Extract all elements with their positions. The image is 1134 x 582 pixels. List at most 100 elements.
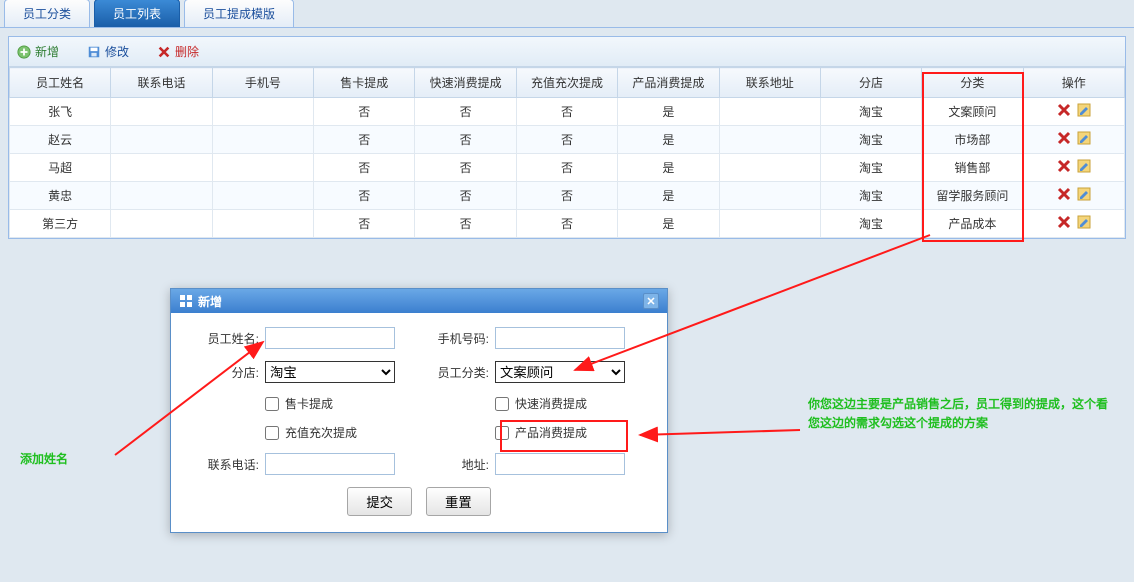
table-cell: [111, 210, 212, 238]
row-edit-icon[interactable]: [1077, 103, 1091, 120]
employee-table: 员工姓名联系电话手机号售卡提成快速消费提成充值充次提成产品消费提成联系地址分店分…: [9, 67, 1125, 238]
table-cell: 否: [314, 154, 415, 182]
column-header: 手机号: [212, 68, 313, 98]
table-cell: 淘宝: [820, 126, 921, 154]
charge-commission-checkbox[interactable]: [265, 426, 279, 440]
category-select[interactable]: 文案顾问: [495, 361, 625, 383]
dialog-title: 新增: [198, 293, 222, 310]
table-cell: 产品成本: [922, 210, 1023, 238]
column-header: 快速消费提成: [415, 68, 516, 98]
edit-button[interactable]: 修改: [87, 43, 129, 60]
row-delete-icon[interactable]: [1057, 187, 1071, 204]
table-cell: 否: [415, 154, 516, 182]
table-cell: 否: [314, 182, 415, 210]
row-edit-icon[interactable]: [1077, 187, 1091, 204]
annotation-right: 你您这边主要是产品销售之后，员工得到的提成，这个看您这边的需求勾选这个提成的方案: [808, 395, 1118, 433]
toolbar: 新增 修改 删除: [9, 37, 1125, 67]
product-commission-label: 产品消费提成: [515, 424, 587, 441]
row-edit-icon[interactable]: [1077, 131, 1091, 148]
table-cell: 销售部: [922, 154, 1023, 182]
shop-select[interactable]: 淘宝: [265, 361, 395, 383]
table-cell: [719, 182, 820, 210]
table-cell: 否: [415, 98, 516, 126]
name-label: 员工姓名:: [189, 330, 259, 347]
product-commission-checkbox[interactable]: [495, 426, 509, 440]
category-label: 员工分类:: [419, 364, 489, 381]
column-header: 分店: [820, 68, 921, 98]
table-cell: 否: [516, 210, 617, 238]
shop-label: 分店:: [189, 364, 259, 381]
fast-commission-checkbox[interactable]: [495, 397, 509, 411]
tab-category[interactable]: 员工分类: [4, 0, 90, 27]
table-cell: 否: [415, 126, 516, 154]
row-edit-icon[interactable]: [1077, 215, 1091, 232]
table-cell: 是: [618, 182, 719, 210]
mobile-label: 手机号码:: [419, 330, 489, 347]
operation-cell: [1023, 98, 1124, 126]
delete-button[interactable]: 删除: [157, 43, 199, 60]
table-row[interactable]: 张飞否否否是淘宝文案顾问: [10, 98, 1125, 126]
dialog-close-button[interactable]: ✕: [643, 293, 659, 309]
reset-button[interactable]: 重置: [426, 487, 491, 516]
table-cell: [719, 126, 820, 154]
row-delete-icon[interactable]: [1057, 103, 1071, 120]
column-header: 充值充次提成: [516, 68, 617, 98]
table-cell: 是: [618, 126, 719, 154]
row-delete-icon[interactable]: [1057, 131, 1071, 148]
table-row[interactable]: 黄忠否否否是淘宝留学服务顾问: [10, 182, 1125, 210]
table-cell: [111, 182, 212, 210]
card-commission-checkbox[interactable]: [265, 397, 279, 411]
table-cell: [719, 210, 820, 238]
add-label: 新增: [35, 43, 59, 60]
column-header: 售卡提成: [314, 68, 415, 98]
name-input[interactable]: [265, 327, 395, 349]
table-cell: [212, 98, 313, 126]
table-cell: [719, 154, 820, 182]
column-header: 联系电话: [111, 68, 212, 98]
table-cell: 淘宝: [820, 98, 921, 126]
operation-cell: [1023, 210, 1124, 238]
table-cell: 淘宝: [820, 154, 921, 182]
column-header: 员工姓名: [10, 68, 111, 98]
tab-bar: 员工分类 员工列表 员工提成模版: [0, 0, 1134, 28]
annotation-left: 添加姓名: [20, 450, 68, 469]
table-cell: 否: [415, 210, 516, 238]
table-row[interactable]: 第三方否否否是淘宝产品成本: [10, 210, 1125, 238]
table-row[interactable]: 赵云否否否是淘宝市场部: [10, 126, 1125, 154]
operation-cell: [1023, 126, 1124, 154]
table-cell: [212, 210, 313, 238]
table-cell: 淘宝: [820, 210, 921, 238]
table-cell: 留学服务顾问: [922, 182, 1023, 210]
row-edit-icon[interactable]: [1077, 159, 1091, 176]
table-cell: 文案顾问: [922, 98, 1023, 126]
table-cell: 是: [618, 154, 719, 182]
table-cell: 否: [314, 210, 415, 238]
row-delete-icon[interactable]: [1057, 159, 1071, 176]
row-delete-icon[interactable]: [1057, 215, 1071, 232]
mobile-input[interactable]: [495, 327, 625, 349]
add-button[interactable]: 新增: [17, 43, 59, 60]
card-commission-label: 售卡提成: [285, 395, 333, 412]
table-cell: 否: [415, 182, 516, 210]
grid-icon: [179, 294, 193, 308]
table-cell: [719, 98, 820, 126]
table-cell: 否: [516, 154, 617, 182]
column-header: 产品消费提成: [618, 68, 719, 98]
charge-commission-label: 充值充次提成: [285, 424, 357, 441]
table-cell: [212, 154, 313, 182]
delete-label: 删除: [175, 43, 199, 60]
tab-template[interactable]: 员工提成模版: [184, 0, 294, 27]
tab-list[interactable]: 员工列表: [94, 0, 180, 27]
table-cell: 第三方: [10, 210, 111, 238]
table-cell: 张飞: [10, 98, 111, 126]
main-panel: 新增 修改 删除 员工姓名联系电话手机号售卡提成快速消费提成充值充次提成产品消费…: [8, 36, 1126, 239]
table-cell: 淘宝: [820, 182, 921, 210]
fast-commission-label: 快速消费提成: [515, 395, 587, 412]
operation-cell: [1023, 154, 1124, 182]
save-icon: [87, 45, 101, 59]
submit-button[interactable]: 提交: [347, 487, 412, 516]
address-input[interactable]: [495, 453, 625, 475]
table-row[interactable]: 马超否否否是淘宝销售部: [10, 154, 1125, 182]
column-header: 操作: [1023, 68, 1124, 98]
phone-input[interactable]: [265, 453, 395, 475]
